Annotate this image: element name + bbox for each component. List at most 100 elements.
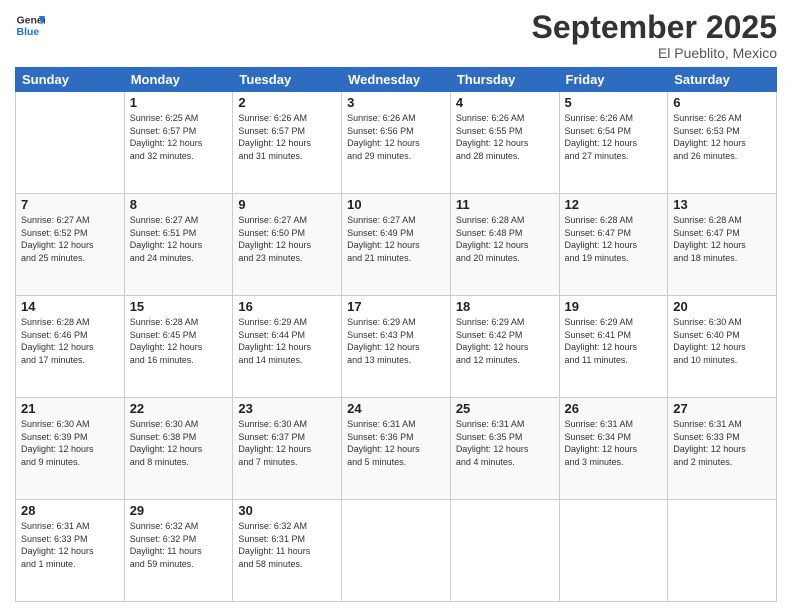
day-info: Sunrise: 6:28 AM Sunset: 6:46 PM Dayligh… bbox=[21, 316, 119, 366]
calendar-cell: 16Sunrise: 6:29 AM Sunset: 6:44 PM Dayli… bbox=[233, 296, 342, 398]
calendar-cell: 26 Sunrise: 6:31 AM Sunset: 6:34 PM Dayli… bbox=[559, 398, 668, 500]
day-number: 17 bbox=[347, 299, 445, 314]
weekday-header-tuesday: Tuesday bbox=[233, 68, 342, 92]
day-number: 11 bbox=[456, 197, 554, 212]
calendar-cell: 12 Sunrise: 6:28 AM Sunset: 6:47 PM Dayli… bbox=[559, 194, 668, 296]
day-info: Sunrise: 6:30 AM Sunset: 6:40 PM Dayligh… bbox=[673, 316, 771, 366]
weekday-header-wednesday: Wednesday bbox=[342, 68, 451, 92]
day-info: Sunrise: 6:26 AM Sunset: 6:55 PM Dayligh… bbox=[456, 112, 554, 162]
calendar-cell: 4Sunrise: 6:26 AM Sunset: 6:55 PM Daylig… bbox=[450, 92, 559, 194]
day-number: 28 bbox=[21, 503, 119, 518]
calendar-cell: 9 Sunrise: 6:27 AM Sunset: 6:50 PM Daylig… bbox=[233, 194, 342, 296]
location-subtitle: El Pueblito, Mexico bbox=[532, 45, 777, 61]
day-info: Sunrise: 6:30 AM Sunset: 6:37 PM Dayligh… bbox=[238, 418, 336, 468]
week-row-5: 28 Sunrise: 6:31 AM Sunset: 6:33 PM Dayli… bbox=[16, 500, 777, 602]
title-block: September 2025 El Pueblito, Mexico bbox=[532, 10, 777, 61]
calendar-cell: 29 Sunrise: 6:32 AM Sunset: 6:32 PM Dayli… bbox=[124, 500, 233, 602]
logo: General Blue bbox=[15, 10, 45, 40]
week-row-4: 21Sunrise: 6:30 AM Sunset: 6:39 PM Dayli… bbox=[16, 398, 777, 500]
day-info: Sunrise: 6:26 AM Sunset: 6:57 PM Dayligh… bbox=[238, 112, 336, 162]
calendar-cell: 21Sunrise: 6:30 AM Sunset: 6:39 PM Dayli… bbox=[16, 398, 125, 500]
calendar-cell: 6 Sunrise: 6:26 AM Sunset: 6:53 PM Daylig… bbox=[668, 92, 777, 194]
calendar-cell bbox=[342, 500, 451, 602]
day-info: Sunrise: 6:31 AM Sunset: 6:33 PM Dayligh… bbox=[673, 418, 771, 468]
day-number: 24 bbox=[347, 401, 445, 416]
day-number: 25 bbox=[456, 401, 554, 416]
calendar-cell bbox=[668, 500, 777, 602]
calendar-cell: 25 Sunrise: 6:31 AM Sunset: 6:35 PM Dayli… bbox=[450, 398, 559, 500]
month-title: September 2025 bbox=[532, 10, 777, 45]
calendar-cell: 2 Sunrise: 6:26 AM Sunset: 6:57 PM Daylig… bbox=[233, 92, 342, 194]
day-number: 6 bbox=[673, 95, 771, 110]
week-row-1: 1Sunrise: 6:25 AM Sunset: 6:57 PM Daylig… bbox=[16, 92, 777, 194]
day-number: 15 bbox=[130, 299, 228, 314]
day-info: Sunrise: 6:28 AM Sunset: 6:47 PM Dayligh… bbox=[673, 214, 771, 264]
day-info: Sunrise: 6:32 AM Sunset: 6:32 PM Dayligh… bbox=[130, 520, 228, 570]
day-info: Sunrise: 6:26 AM Sunset: 6:53 PM Dayligh… bbox=[673, 112, 771, 162]
calendar-cell: 28 Sunrise: 6:31 AM Sunset: 6:33 PM Dayli… bbox=[16, 500, 125, 602]
calendar-cell: 1Sunrise: 6:25 AM Sunset: 6:57 PM Daylig… bbox=[124, 92, 233, 194]
day-info: Sunrise: 6:26 AM Sunset: 6:54 PM Dayligh… bbox=[565, 112, 663, 162]
day-info: Sunrise: 6:30 AM Sunset: 6:39 PM Dayligh… bbox=[21, 418, 119, 468]
weekday-header-sunday: Sunday bbox=[16, 68, 125, 92]
day-number: 7 bbox=[21, 197, 119, 212]
day-number: 3 bbox=[347, 95, 445, 110]
day-info: Sunrise: 6:26 AM Sunset: 6:56 PM Dayligh… bbox=[347, 112, 445, 162]
calendar-cell: 30Sunrise: 6:32 AM Sunset: 6:31 PM Dayli… bbox=[233, 500, 342, 602]
day-info: Sunrise: 6:32 AM Sunset: 6:31 PM Dayligh… bbox=[238, 520, 336, 570]
calendar-cell: 18Sunrise: 6:29 AM Sunset: 6:42 PM Dayli… bbox=[450, 296, 559, 398]
calendar-cell bbox=[16, 92, 125, 194]
day-number: 8 bbox=[130, 197, 228, 212]
day-number: 12 bbox=[565, 197, 663, 212]
weekday-header-friday: Friday bbox=[559, 68, 668, 92]
day-info: Sunrise: 6:28 AM Sunset: 6:47 PM Dayligh… bbox=[565, 214, 663, 264]
calendar-cell: 11 Sunrise: 6:28 AM Sunset: 6:48 PM Dayli… bbox=[450, 194, 559, 296]
calendar-cell: 3 Sunrise: 6:26 AM Sunset: 6:56 PM Daylig… bbox=[342, 92, 451, 194]
day-number: 20 bbox=[673, 299, 771, 314]
day-info: Sunrise: 6:27 AM Sunset: 6:49 PM Dayligh… bbox=[347, 214, 445, 264]
calendar-table: SundayMondayTuesdayWednesdayThursdayFrid… bbox=[15, 67, 777, 602]
day-number: 14 bbox=[21, 299, 119, 314]
week-row-3: 14 Sunrise: 6:28 AM Sunset: 6:46 PM Dayli… bbox=[16, 296, 777, 398]
day-info: Sunrise: 6:30 AM Sunset: 6:38 PM Dayligh… bbox=[130, 418, 228, 468]
day-number: 2 bbox=[238, 95, 336, 110]
day-info: Sunrise: 6:31 AM Sunset: 6:36 PM Dayligh… bbox=[347, 418, 445, 468]
calendar-cell: 20 Sunrise: 6:30 AM Sunset: 6:40 PM Dayli… bbox=[668, 296, 777, 398]
day-number: 26 bbox=[565, 401, 663, 416]
day-number: 9 bbox=[238, 197, 336, 212]
day-info: Sunrise: 6:31 AM Sunset: 6:35 PM Dayligh… bbox=[456, 418, 554, 468]
day-info: Sunrise: 6:29 AM Sunset: 6:42 PM Dayligh… bbox=[456, 316, 554, 366]
week-row-2: 7 Sunrise: 6:27 AM Sunset: 6:52 PM Daylig… bbox=[16, 194, 777, 296]
calendar-cell: 23Sunrise: 6:30 AM Sunset: 6:37 PM Dayli… bbox=[233, 398, 342, 500]
calendar-cell: 10 Sunrise: 6:27 AM Sunset: 6:49 PM Dayli… bbox=[342, 194, 451, 296]
day-info: Sunrise: 6:27 AM Sunset: 6:52 PM Dayligh… bbox=[21, 214, 119, 264]
day-info: Sunrise: 6:28 AM Sunset: 6:48 PM Dayligh… bbox=[456, 214, 554, 264]
day-info: Sunrise: 6:27 AM Sunset: 6:51 PM Dayligh… bbox=[130, 214, 228, 264]
day-number: 19 bbox=[565, 299, 663, 314]
day-number: 5 bbox=[565, 95, 663, 110]
day-number: 27 bbox=[673, 401, 771, 416]
day-info: Sunrise: 6:29 AM Sunset: 6:44 PM Dayligh… bbox=[238, 316, 336, 366]
calendar-cell bbox=[559, 500, 668, 602]
svg-text:Blue: Blue bbox=[17, 26, 40, 38]
day-info: Sunrise: 6:28 AM Sunset: 6:45 PM Dayligh… bbox=[130, 316, 228, 366]
weekday-header-saturday: Saturday bbox=[668, 68, 777, 92]
day-info: Sunrise: 6:27 AM Sunset: 6:50 PM Dayligh… bbox=[238, 214, 336, 264]
day-number: 13 bbox=[673, 197, 771, 212]
weekday-header-thursday: Thursday bbox=[450, 68, 559, 92]
calendar-cell: 8 Sunrise: 6:27 AM Sunset: 6:51 PM Daylig… bbox=[124, 194, 233, 296]
day-info: Sunrise: 6:31 AM Sunset: 6:33 PM Dayligh… bbox=[21, 520, 119, 570]
logo-icon: General Blue bbox=[15, 10, 45, 40]
day-number: 10 bbox=[347, 197, 445, 212]
weekday-header-row: SundayMondayTuesdayWednesdayThursdayFrid… bbox=[16, 68, 777, 92]
day-info: Sunrise: 6:29 AM Sunset: 6:43 PM Dayligh… bbox=[347, 316, 445, 366]
day-info: Sunrise: 6:29 AM Sunset: 6:41 PM Dayligh… bbox=[565, 316, 663, 366]
calendar-cell: 27 Sunrise: 6:31 AM Sunset: 6:33 PM Dayli… bbox=[668, 398, 777, 500]
page: General Blue September 2025 El Pueblito,… bbox=[0, 0, 792, 612]
calendar-cell: 14 Sunrise: 6:28 AM Sunset: 6:46 PM Dayli… bbox=[16, 296, 125, 398]
day-info: Sunrise: 6:31 AM Sunset: 6:34 PM Dayligh… bbox=[565, 418, 663, 468]
calendar-cell: 17 Sunrise: 6:29 AM Sunset: 6:43 PM Dayli… bbox=[342, 296, 451, 398]
calendar-cell: 22Sunrise: 6:30 AM Sunset: 6:38 PM Dayli… bbox=[124, 398, 233, 500]
calendar-cell: 7 Sunrise: 6:27 AM Sunset: 6:52 PM Daylig… bbox=[16, 194, 125, 296]
day-number: 29 bbox=[130, 503, 228, 518]
